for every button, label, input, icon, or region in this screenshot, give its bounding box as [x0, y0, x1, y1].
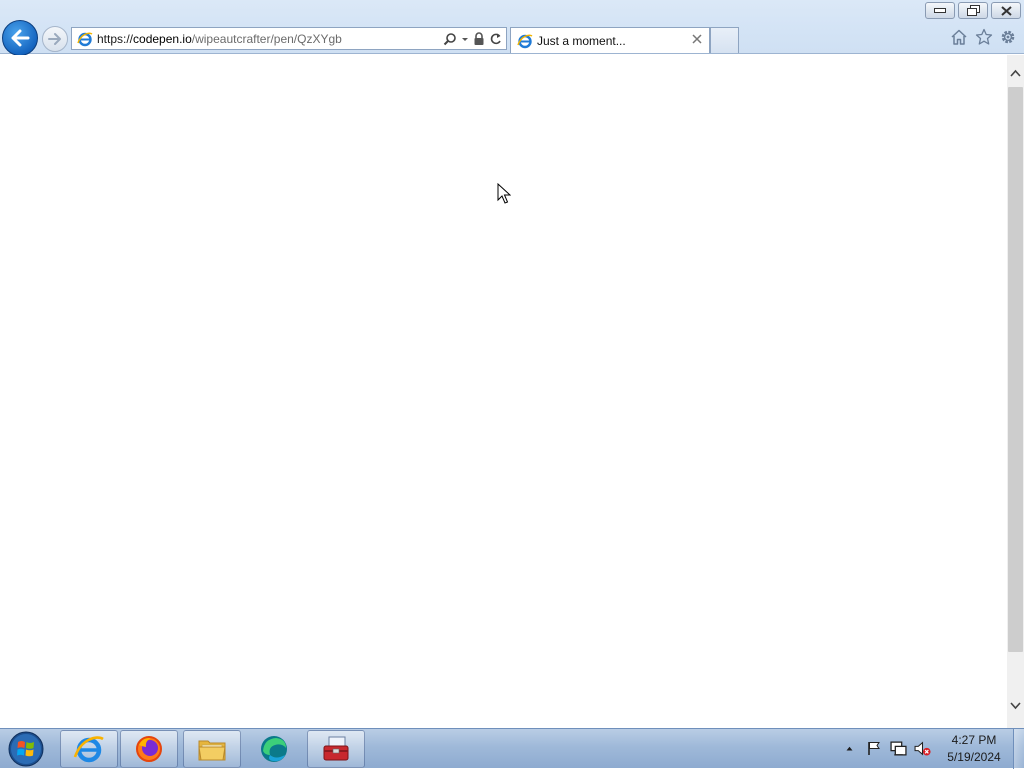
taskbar-edge[interactable] [245, 730, 303, 768]
file-explorer-icon [198, 740, 226, 761]
favorites-star-icon[interactable] [975, 28, 993, 46]
vertical-scrollbar[interactable] [1007, 55, 1024, 728]
refresh-icon[interactable] [489, 32, 502, 46]
back-arrow-icon [11, 29, 30, 47]
scroll-down-arrow-icon[interactable] [1010, 700, 1021, 711]
restore-icon [966, 5, 980, 16]
forward-button[interactable] [42, 26, 68, 52]
url-text[interactable]: https://codepen.io/wipeautcrafter/pen/Qz… [97, 32, 342, 46]
browser-chrome: https://codepen.io/wipeautcrafter/pen/Qz… [0, 0, 1024, 56]
search-icon[interactable] [443, 32, 457, 46]
taskbar-internet-explorer[interactable] [60, 730, 118, 768]
forward-arrow-icon [48, 33, 61, 45]
clock-time: 4:27 PM [951, 733, 997, 747]
taskbar: 4:27 PM 5/19/2024 [0, 728, 1024, 769]
dropdown-icon[interactable] [461, 32, 469, 46]
tab-just-a-moment[interactable]: Just a moment... [510, 27, 710, 53]
network-icon[interactable] [890, 740, 907, 757]
settings-gear-icon[interactable] [999, 28, 1017, 46]
taskbar-file-explorer[interactable] [183, 730, 241, 768]
taskbar-firefox[interactable] [120, 730, 178, 768]
firefox-icon [136, 736, 162, 762]
close-icon [1000, 5, 1012, 16]
edge-icon [261, 736, 287, 762]
mouse-pointer-icon [497, 183, 511, 204]
minimize-button[interactable] [925, 2, 955, 19]
start-button[interactable] [5, 730, 47, 768]
page-content[interactable] [0, 55, 1007, 728]
url-path: /wipeautcrafter/pen/QzXYgb [191, 31, 342, 46]
scroll-up-arrow-icon[interactable] [1010, 68, 1021, 79]
volume-muted-icon[interactable] [914, 740, 931, 757]
url-host: codepen.io [133, 31, 192, 46]
clock-date: 5/19/2024 [947, 750, 1001, 764]
system-clock[interactable]: 4:27 PM 5/19/2024 [940, 732, 1008, 766]
internet-explorer-icon [73, 736, 104, 763]
taskbar-toolbox[interactable] [307, 730, 365, 768]
action-center-flag-icon[interactable] [866, 740, 882, 756]
close-button[interactable] [991, 2, 1021, 19]
ie-favicon-icon [517, 34, 533, 48]
home-icon[interactable] [950, 28, 968, 46]
back-button[interactable] [2, 20, 38, 56]
ie-favicon-icon [77, 32, 93, 46]
url-scheme: https:// [97, 31, 134, 46]
tab-title: Just a moment... [537, 33, 626, 48]
new-tab-button[interactable] [710, 27, 739, 53]
minimize-icon [934, 7, 946, 13]
address-bar-tools [443, 30, 502, 47]
scrollbar-thumb[interactable] [1008, 87, 1023, 652]
restore-button[interactable] [958, 2, 988, 19]
tab-close-icon[interactable] [691, 33, 703, 45]
show-desktop-button[interactable] [1013, 729, 1024, 769]
show-hidden-icons-icon[interactable] [845, 741, 857, 757]
lock-icon[interactable] [473, 31, 485, 46]
address-bar[interactable]: https://codepen.io/wipeautcrafter/pen/Qz… [71, 27, 507, 50]
toolbox-icon [323, 736, 349, 761]
